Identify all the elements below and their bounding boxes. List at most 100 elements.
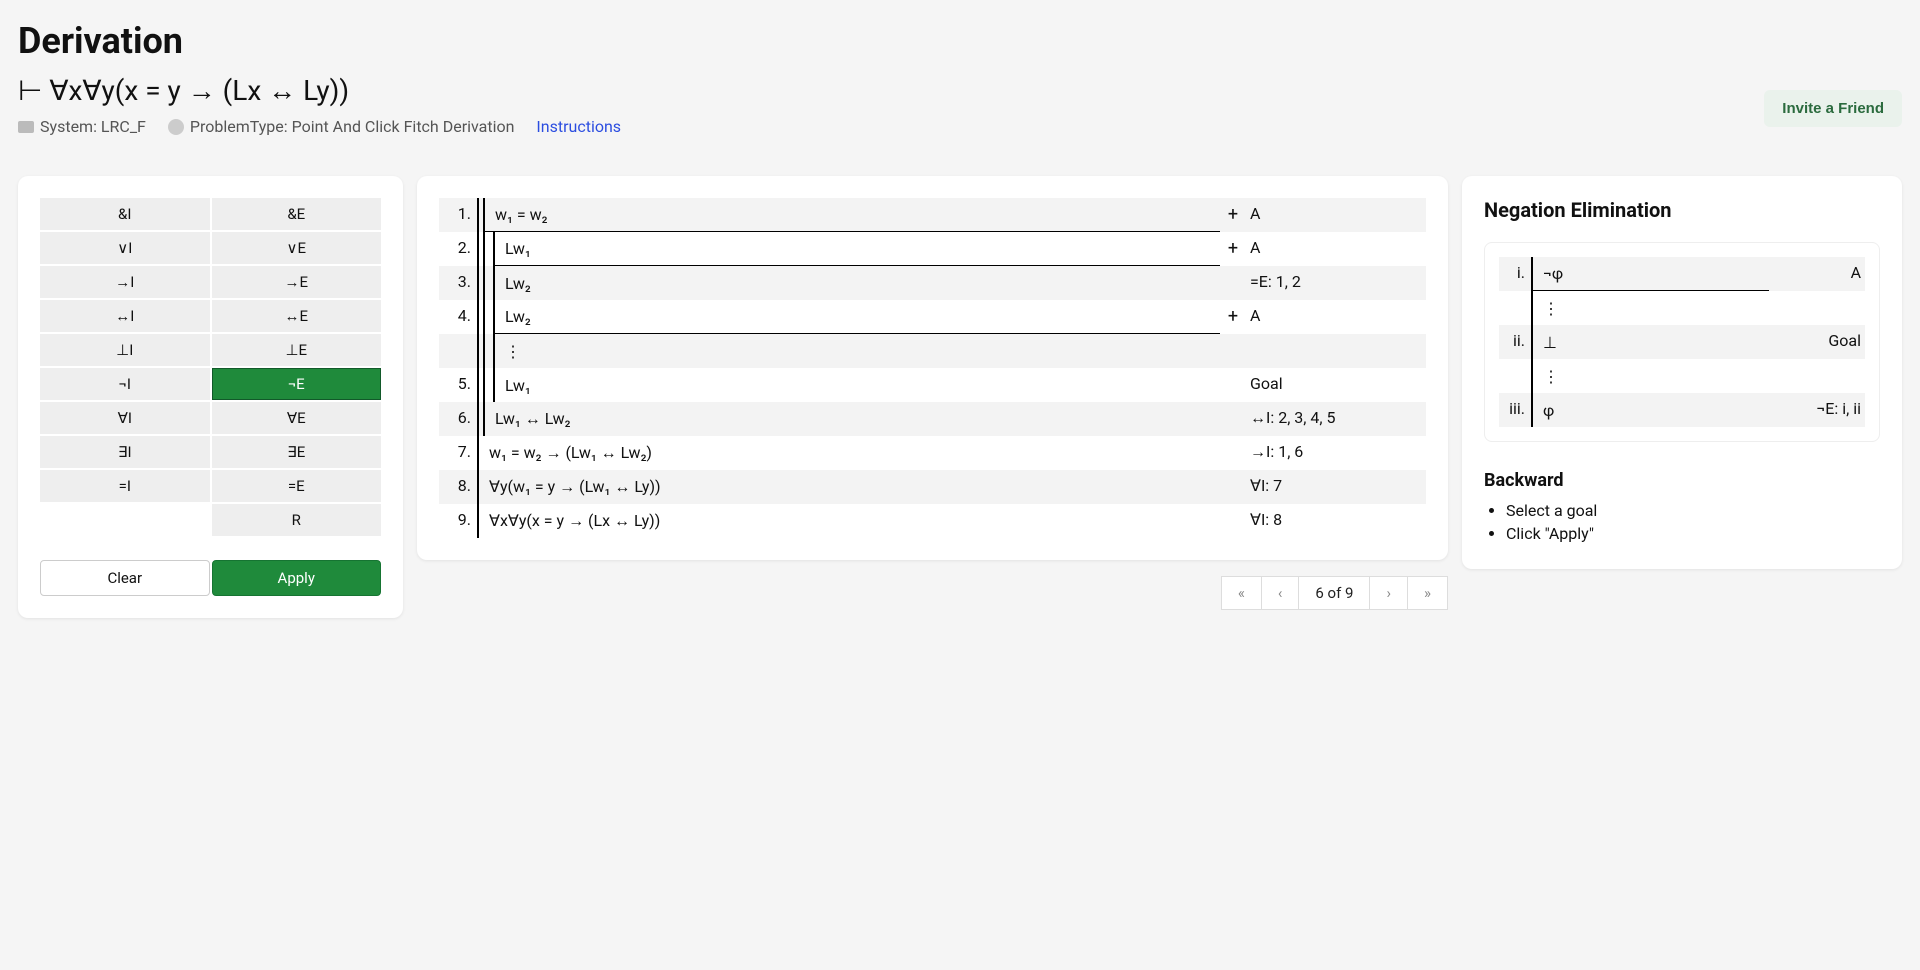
proof-formula[interactable]: Lw₁ bbox=[495, 232, 1220, 266]
schema-justification: ¬E: i, ii bbox=[1769, 393, 1865, 427]
rule-∨E[interactable]: ∨E bbox=[212, 232, 382, 264]
add-line-button[interactable]: + bbox=[1220, 300, 1246, 334]
proof-line[interactable]: 9.∀x∀y(x = y → (Lx ↔ Ly)) ∀I: 8 bbox=[439, 504, 1426, 538]
proof-line[interactable]: 2.Lw₁+A bbox=[439, 232, 1426, 266]
schema-line-number bbox=[1499, 359, 1531, 393]
rule-⊥I[interactable]: ⊥I bbox=[40, 334, 210, 366]
problemtype-label: ProblemType: Point And Click Fitch Deriv… bbox=[168, 117, 515, 136]
proof-ellipsis[interactable]: ⋮ bbox=[495, 334, 1220, 368]
justification: →I: 1, 6 bbox=[1246, 436, 1426, 470]
rule-↔E[interactable]: ↔E bbox=[212, 300, 382, 332]
proof-line[interactable]: 1.w₁ = w₂+A bbox=[439, 198, 1426, 232]
schema-ellipsis: ⋮ bbox=[1533, 291, 1769, 325]
system-label: System: LRC_F bbox=[18, 117, 146, 136]
schema-formula: φ bbox=[1533, 393, 1769, 427]
proof-panel: 1.w₁ = w₂+A2.Lw₁+A3.Lw₂=E: 1, 24.Lw₂+A⋮5… bbox=[417, 176, 1448, 560]
justification: =E: 1, 2 bbox=[1246, 266, 1426, 300]
rule-⊥E[interactable]: ⊥E bbox=[212, 334, 382, 366]
pager-next-button[interactable]: › bbox=[1369, 576, 1408, 610]
pager-first-button[interactable]: « bbox=[1221, 576, 1262, 610]
add-line-button[interactable]: + bbox=[1220, 232, 1246, 266]
help-panel: Negation Elimination i.¬φA⋮ii.⊥Goal⋮iii.… bbox=[1462, 176, 1902, 569]
proof-formula[interactable]: w₁ = w₂ bbox=[485, 198, 1220, 232]
pager-prev-button[interactable]: ‹ bbox=[1261, 576, 1300, 610]
help-schema-line: i.¬φA bbox=[1499, 257, 1865, 291]
proof-formula[interactable]: Lw₁ ↔ Lw₂ bbox=[485, 402, 1220, 436]
rule-∀I[interactable]: ∀I bbox=[40, 402, 210, 434]
add-line-button bbox=[1220, 368, 1246, 402]
add-line-button bbox=[1220, 436, 1246, 470]
proof-line[interactable]: 3. Lw₂ =E: 1, 2 bbox=[439, 266, 1426, 300]
proof-formula[interactable]: Lw₁ bbox=[495, 368, 1220, 402]
help-schema-line: ⋮ bbox=[1499, 291, 1865, 325]
help-schema-line: ⋮ bbox=[1499, 359, 1865, 393]
proof-line[interactable]: 6.Lw₁ ↔ Lw₂↔I: 2, 3, 4, 5 bbox=[439, 402, 1426, 436]
pager: « ‹ 6 of 9 › » bbox=[417, 576, 1448, 610]
proof-line[interactable]: 7.w₁ = w₂ → (Lw₁ ↔ Lw₂) →I: 1, 6 bbox=[439, 436, 1426, 470]
schema-justification: A bbox=[1769, 257, 1865, 291]
line-number: 4. bbox=[439, 300, 477, 334]
rule-¬E[interactable]: ¬E bbox=[212, 368, 382, 400]
help-schema-line: iii.φ¬E: i, ii bbox=[1499, 393, 1865, 427]
rule-↔I[interactable]: ↔I bbox=[40, 300, 210, 332]
proof-formula[interactable]: w₁ = w₂ → (Lw₁ ↔ Lw₂) bbox=[479, 436, 1220, 470]
rule-∃E[interactable]: ∃E bbox=[212, 436, 382, 468]
apply-button[interactable]: Apply bbox=[212, 560, 382, 596]
schema-line-number: iii. bbox=[1499, 393, 1531, 427]
proof-formula[interactable]: Lw₂ bbox=[495, 266, 1220, 300]
proof-line[interactable]: 5.Lw₁Goal bbox=[439, 368, 1426, 402]
schema-justification bbox=[1769, 359, 1865, 393]
rule-¬I[interactable]: ¬I bbox=[40, 368, 210, 400]
rule-&I[interactable]: &I bbox=[40, 198, 210, 230]
rule-∨I[interactable]: ∨I bbox=[40, 232, 210, 264]
line-number: 9. bbox=[439, 504, 477, 538]
invite-friend-button[interactable]: Invite a Friend bbox=[1764, 90, 1902, 127]
schema-justification: Goal bbox=[1769, 325, 1865, 359]
justification: A bbox=[1246, 300, 1426, 334]
schema-formula: ⊥ bbox=[1533, 325, 1769, 359]
proof-line[interactable]: ⋮ bbox=[439, 334, 1426, 368]
proof-line[interactable]: 8.∀y(w₁ = y → (Lw₁ ↔ Ly))∀I: 7 bbox=[439, 470, 1426, 504]
add-line-button bbox=[1220, 470, 1246, 504]
page-title: Derivation bbox=[18, 20, 621, 62]
proof-line[interactable]: 4. Lw₂+A bbox=[439, 300, 1426, 334]
proof-formula[interactable]: Lw₂ bbox=[495, 300, 1220, 334]
proof-formula[interactable]: ∀y(w₁ = y → (Lw₁ ↔ Ly)) bbox=[479, 470, 1220, 504]
rule-=I[interactable]: =I bbox=[40, 470, 210, 502]
instructions-link[interactable]: Instructions bbox=[536, 117, 621, 136]
add-line-button[interactable]: + bbox=[1220, 198, 1246, 232]
proof-formula[interactable]: ∀x∀y(x = y → (Lx ↔ Ly)) bbox=[479, 504, 1220, 538]
rule-R[interactable]: R bbox=[212, 504, 382, 536]
rules-panel: &I&E∨I∨E→I→E↔I↔E⊥I⊥E¬I¬E∀I∀E∃I∃E=I=ER Cl… bbox=[18, 176, 403, 618]
schema-line-number bbox=[1499, 291, 1531, 325]
schema-ellipsis: ⋮ bbox=[1533, 359, 1769, 393]
help-subhead: Backward bbox=[1484, 470, 1880, 491]
line-number bbox=[439, 334, 477, 368]
justification: ↔I: 2, 3, 4, 5 bbox=[1246, 402, 1426, 436]
help-step: Click "Apply" bbox=[1506, 524, 1880, 543]
schema-line-number: i. bbox=[1499, 257, 1531, 291]
ellipsis-icon bbox=[168, 119, 184, 135]
pager-last-button[interactable]: » bbox=[1407, 576, 1448, 610]
rule-→I[interactable]: →I bbox=[40, 266, 210, 298]
line-number: 3. bbox=[439, 266, 477, 300]
rule-=E[interactable]: =E bbox=[212, 470, 382, 502]
add-line-button bbox=[1220, 266, 1246, 300]
rule-cell-empty bbox=[40, 504, 210, 536]
justification: A bbox=[1246, 232, 1426, 266]
clear-button[interactable]: Clear bbox=[40, 560, 210, 596]
schema-formula: ¬φ bbox=[1533, 257, 1769, 291]
help-step: Select a goal bbox=[1506, 501, 1880, 520]
add-line-button bbox=[1220, 504, 1246, 538]
line-number: 7. bbox=[439, 436, 477, 470]
help-schema-line: ii.⊥Goal bbox=[1499, 325, 1865, 359]
rule-&E[interactable]: &E bbox=[212, 198, 382, 230]
rule-∀E[interactable]: ∀E bbox=[212, 402, 382, 434]
justification: A bbox=[1246, 198, 1426, 232]
pager-position: 6 of 9 bbox=[1298, 576, 1370, 610]
rule-∃I[interactable]: ∃I bbox=[40, 436, 210, 468]
help-title: Negation Elimination bbox=[1484, 198, 1880, 222]
justification: ∀I: 8 bbox=[1246, 504, 1426, 538]
line-number: 8. bbox=[439, 470, 477, 504]
rule-→E[interactable]: →E bbox=[212, 266, 382, 298]
